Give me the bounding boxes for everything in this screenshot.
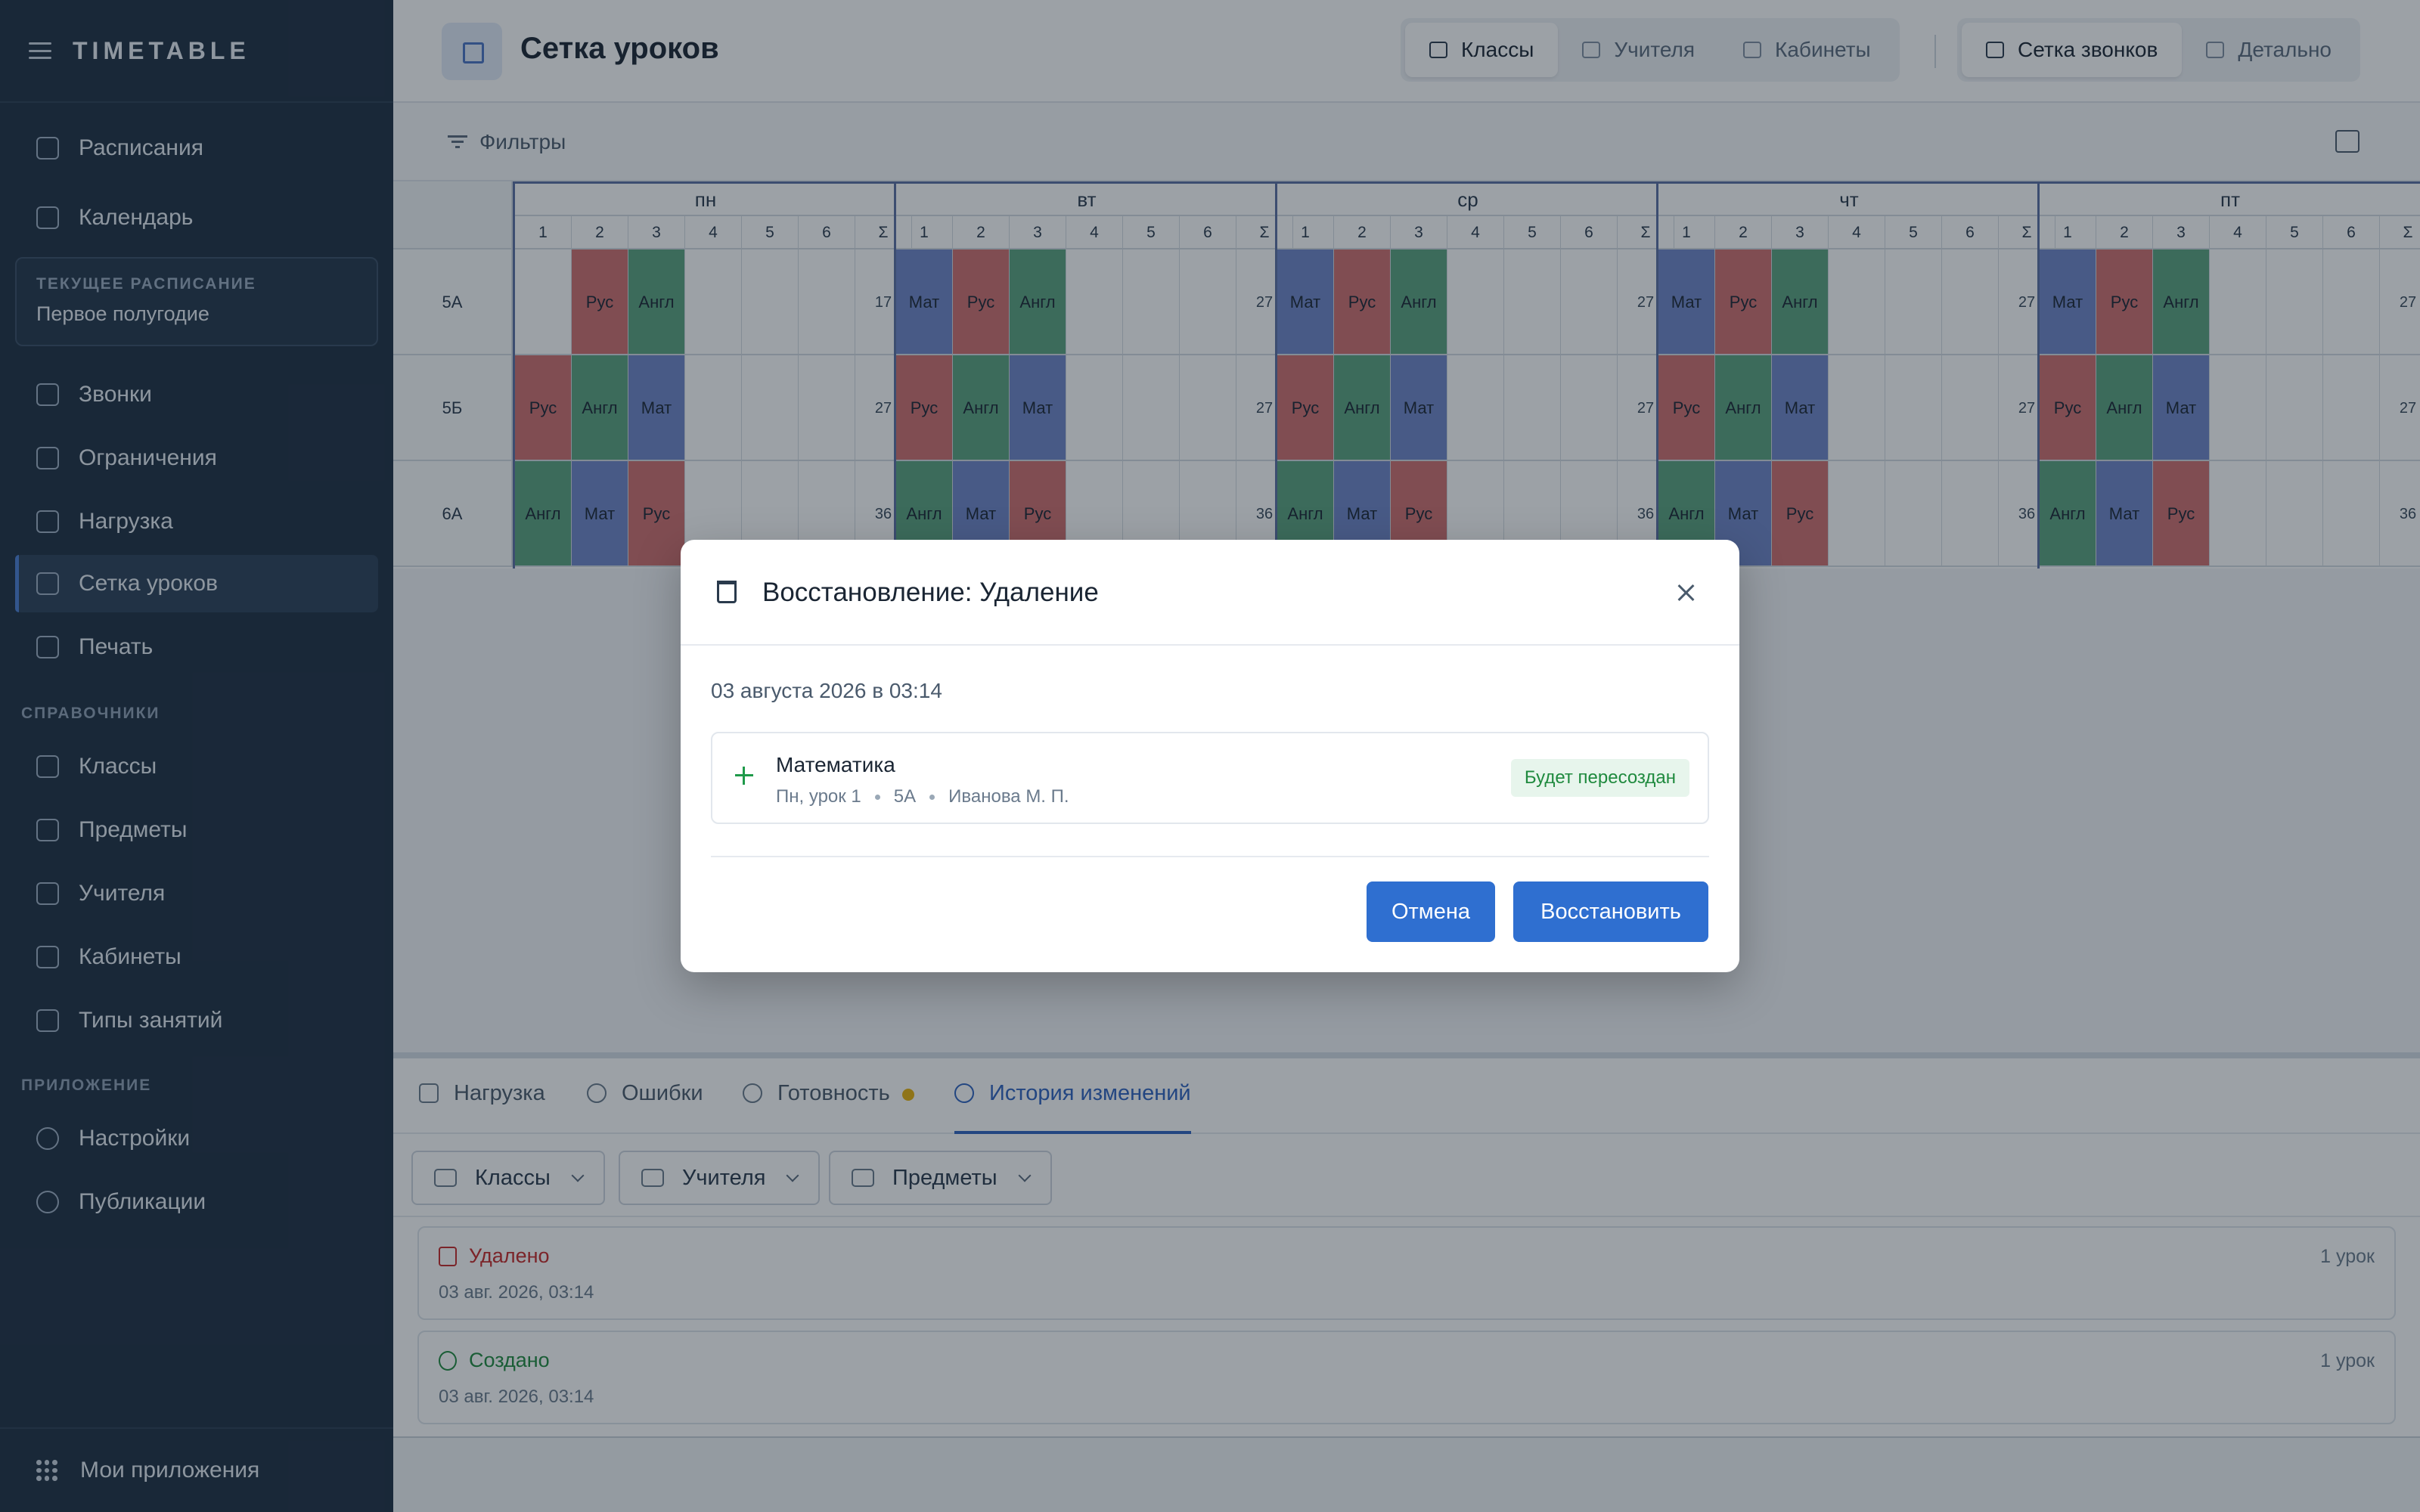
- cancel-button[interactable]: Отмена: [1367, 881, 1495, 942]
- restore-dialog: Восстановление: Удаление 03 августа 2026…: [681, 540, 1739, 972]
- restore-item-slot: Пн, урок 1: [776, 786, 861, 807]
- restore-item-teacher: Иванова М. П.: [948, 786, 1069, 807]
- restore-item-meta: Пн, урок 1 5А Иванова М. П.: [776, 786, 1069, 807]
- meta-separator: [874, 794, 880, 800]
- trash-icon: [717, 581, 737, 603]
- dialog-title: Восстановление: Удаление: [762, 578, 1099, 607]
- status-badge: Будет пересоздан: [1510, 759, 1689, 797]
- restore-item-class: 5А: [893, 786, 917, 807]
- plus-icon: [735, 767, 753, 785]
- dialog-date: 03 августа 2026 в 03:14: [711, 679, 942, 702]
- restore-item-subject: Математика: [776, 753, 895, 776]
- restore-button[interactable]: Восстановить: [1513, 881, 1708, 942]
- close-icon[interactable]: [1676, 582, 1697, 603]
- dialog-divider: [711, 856, 1709, 857]
- meta-separator: [929, 794, 935, 800]
- dialog-header: Восстановление: Удаление: [681, 540, 1739, 646]
- restore-item: Математика Пн, урок 1 5А Иванова М. П. Б…: [711, 732, 1709, 824]
